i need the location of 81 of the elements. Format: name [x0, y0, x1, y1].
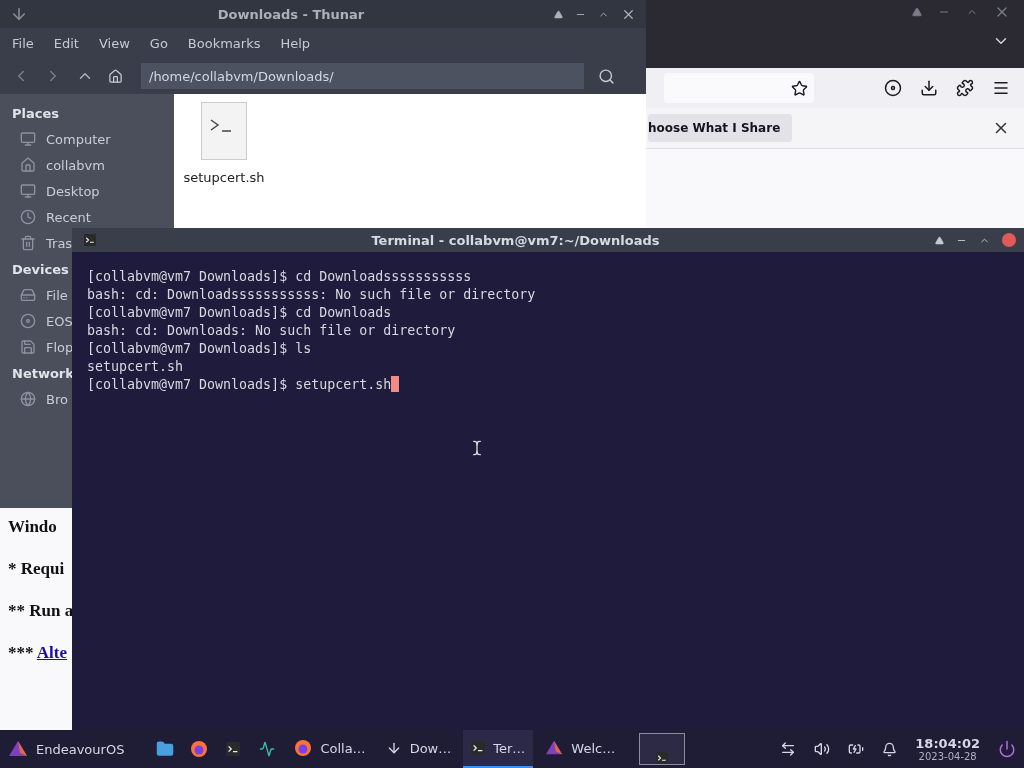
- floppy-icon: [20, 339, 36, 355]
- volume-icon[interactable]: [814, 741, 831, 757]
- choose-share-button[interactable]: hoose What I Share: [648, 114, 793, 142]
- workspace-pager[interactable]: [639, 733, 686, 765]
- terminal-line: [collabvm@vm7 Downloads]$ cd Downloads: [87, 305, 392, 320]
- network-icon[interactable]: [780, 741, 797, 757]
- shade-icon[interactable]: [554, 9, 563, 19]
- globe-icon: [20, 391, 36, 407]
- disc-icon: [20, 313, 36, 329]
- search-icon[interactable]: [598, 67, 615, 85]
- shade-icon[interactable]: [912, 7, 922, 17]
- start-menu[interactable]: EndeavourOS: [36, 741, 125, 757]
- window-title: Terminal - collabvm@vm7:~/Downloads: [370, 232, 661, 248]
- sidebar-item[interactable]: Recent: [46, 209, 91, 225]
- download-icon[interactable]: [920, 79, 938, 97]
- task-button[interactable]: Welc…: [537, 730, 624, 768]
- menu-item[interactable]: Bookmarks: [187, 35, 261, 51]
- path-field[interactable]: /home/collabvm/Downloads/: [141, 63, 584, 89]
- task-button[interactable]: Ter…: [463, 730, 534, 768]
- clock[interactable]: 18:04:02 2023-04-28: [915, 736, 980, 762]
- terminal-line: setupcert.sh: [87, 359, 184, 374]
- monitor-icon: [20, 131, 36, 147]
- terminal-line: bash: cd: Downloads: No such file or directory: [87, 323, 456, 338]
- page-link[interactable]: Alte: [36, 643, 68, 662]
- sidebar-item[interactable]: Desktop: [46, 183, 100, 199]
- page-text: * Requi: [8, 559, 65, 579]
- clock-date: 2023-04-28: [918, 751, 977, 762]
- drive-icon: [20, 287, 36, 303]
- menu-item[interactable]: View: [98, 35, 130, 51]
- task-button[interactable]: Colla…: [286, 730, 374, 768]
- puzzle-icon[interactable]: [956, 79, 974, 97]
- clock-time: 18:04:02: [915, 736, 980, 751]
- terminal-icon: [471, 741, 486, 755]
- bell-icon[interactable]: [882, 741, 898, 757]
- menu-item[interactable]: File: [12, 35, 34, 51]
- power-icon[interactable]: [998, 740, 1016, 758]
- monitor-icon: [20, 183, 36, 199]
- page-text: ** Run a: [8, 601, 74, 621]
- sidebar-item[interactable]: Bro: [46, 391, 68, 407]
- page-link[interactable]: Windo: [8, 517, 57, 537]
- star-icon[interactable]: [791, 79, 808, 97]
- terminal-icon: [226, 742, 241, 756]
- section-title: Network: [12, 364, 74, 383]
- terminal-icon: [656, 752, 669, 764]
- home-icon[interactable]: [108, 68, 123, 84]
- sidebar-item[interactable]: Computer: [46, 131, 111, 147]
- task-button[interactable]: Dow…: [377, 730, 460, 768]
- terminal-line: [collabvm@vm7 Downloads]$ cd Downloadsssssssssss: [87, 269, 472, 284]
- close-button[interactable]: [1002, 233, 1016, 247]
- battery-icon[interactable]: [848, 741, 865, 757]
- clock-icon: [20, 209, 36, 225]
- firefox-icon: [294, 739, 313, 757]
- window-title: Downloads - Thunar: [216, 6, 366, 22]
- sidebar-item[interactable]: collabvm: [46, 157, 105, 173]
- terminal-icon: [84, 234, 96, 246]
- sidebar-item[interactable]: Flop: [46, 339, 74, 355]
- page-text: *** Alte: [8, 643, 68, 663]
- sidebar-item[interactable]: File: [46, 287, 68, 303]
- terminal-line: [collabvm@vm7 Downloads]$ setupcert.sh: [87, 377, 392, 392]
- section-title: Places: [12, 104, 60, 123]
- firefox-icon: [190, 740, 209, 758]
- activity-icon[interactable]: [259, 741, 276, 757]
- home-icon: [20, 157, 36, 173]
- terminal-line: bash: cd: Downloadsssssssssss: No such file or directory: [87, 287, 536, 302]
- menu-item[interactable]: Go: [149, 35, 168, 51]
- menu-item[interactable]: Edit: [53, 35, 79, 51]
- section-title: Devices: [12, 260, 69, 279]
- terminal-line: [collabvm@vm7 Downloads]$ ls: [87, 341, 312, 356]
- menu-item[interactable]: Help: [280, 35, 311, 51]
- text-cursor: [391, 376, 400, 392]
- file-name[interactable]: setupcert.sh: [183, 170, 265, 185]
- menu-icon[interactable]: [992, 79, 1010, 97]
- folder-icon[interactable]: [156, 740, 175, 758]
- shade-icon[interactable]: [935, 235, 944, 245]
- url-field[interactable]: [664, 73, 814, 103]
- endeavour-logo-icon: [8, 739, 28, 759]
- trash-icon: [20, 235, 36, 251]
- sidebar-item[interactable]: Tras: [46, 235, 73, 251]
- sidebar-item[interactable]: EOS: [46, 313, 73, 329]
- endeavour-logo-icon: [545, 739, 564, 757]
- download-icon: [10, 5, 28, 23]
